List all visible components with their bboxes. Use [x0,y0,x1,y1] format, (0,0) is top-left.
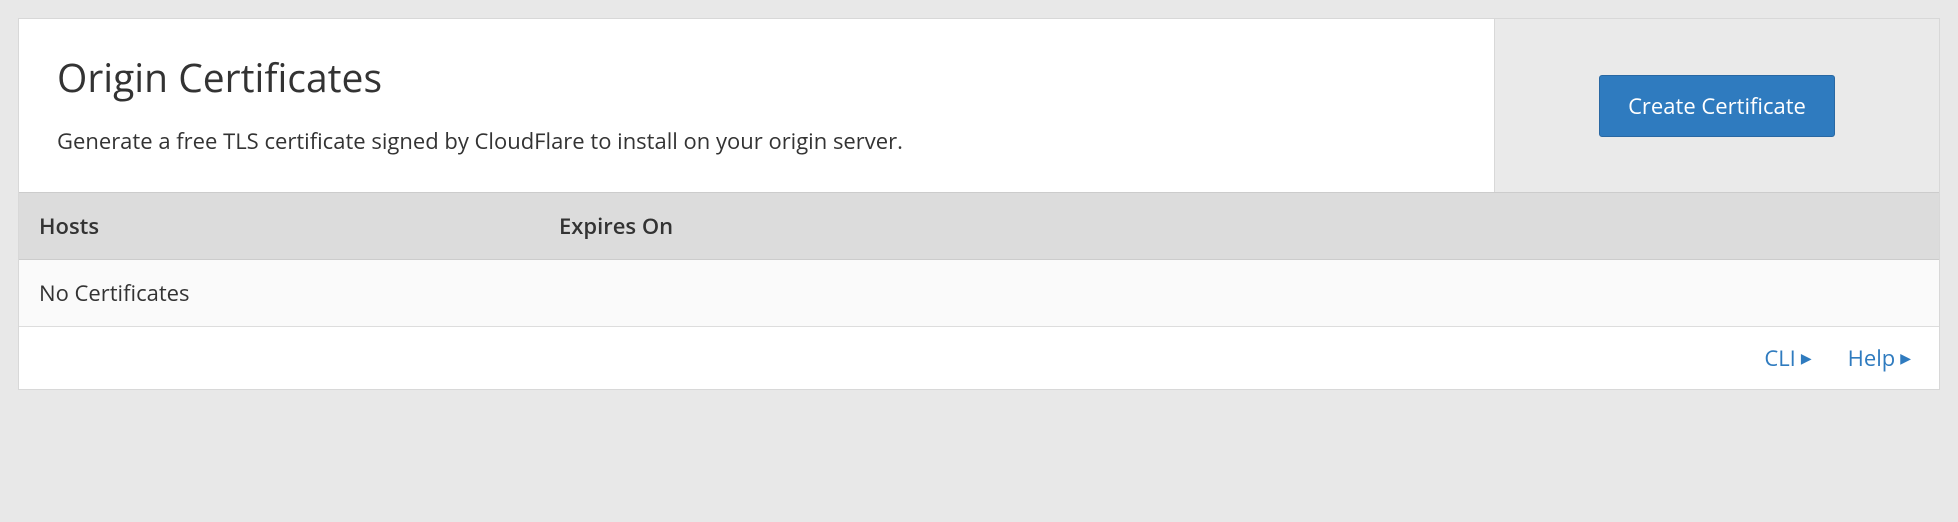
chevron-right-icon: ▶ [1900,349,1911,368]
cli-link-label: CLI [1764,343,1796,373]
chevron-right-icon: ▶ [1801,349,1812,368]
card-header: Origin Certificates Generate a free TLS … [19,19,1939,192]
card-header-content: Origin Certificates Generate a free TLS … [19,19,1494,192]
empty-state-text: No Certificates [39,278,1919,308]
card-title: Origin Certificates [57,51,1456,104]
table-body: No Certificates [19,260,1939,327]
create-certificate-button[interactable]: Create Certificate [1599,75,1835,137]
column-header-expires-on: Expires On [559,211,1919,241]
column-header-hosts: Hosts [39,211,559,241]
origin-certificates-card: Origin Certificates Generate a free TLS … [18,18,1940,390]
help-link[interactable]: Help ▶ [1848,343,1911,373]
card-footer: CLI ▶ Help ▶ [19,327,1939,389]
card-description: Generate a free TLS certificate signed b… [57,126,1456,156]
help-link-label: Help [1848,343,1896,373]
table-header-row: Hosts Expires On [19,192,1939,260]
card-action-area: Create Certificate [1494,19,1939,192]
cli-link[interactable]: CLI ▶ [1764,343,1811,373]
